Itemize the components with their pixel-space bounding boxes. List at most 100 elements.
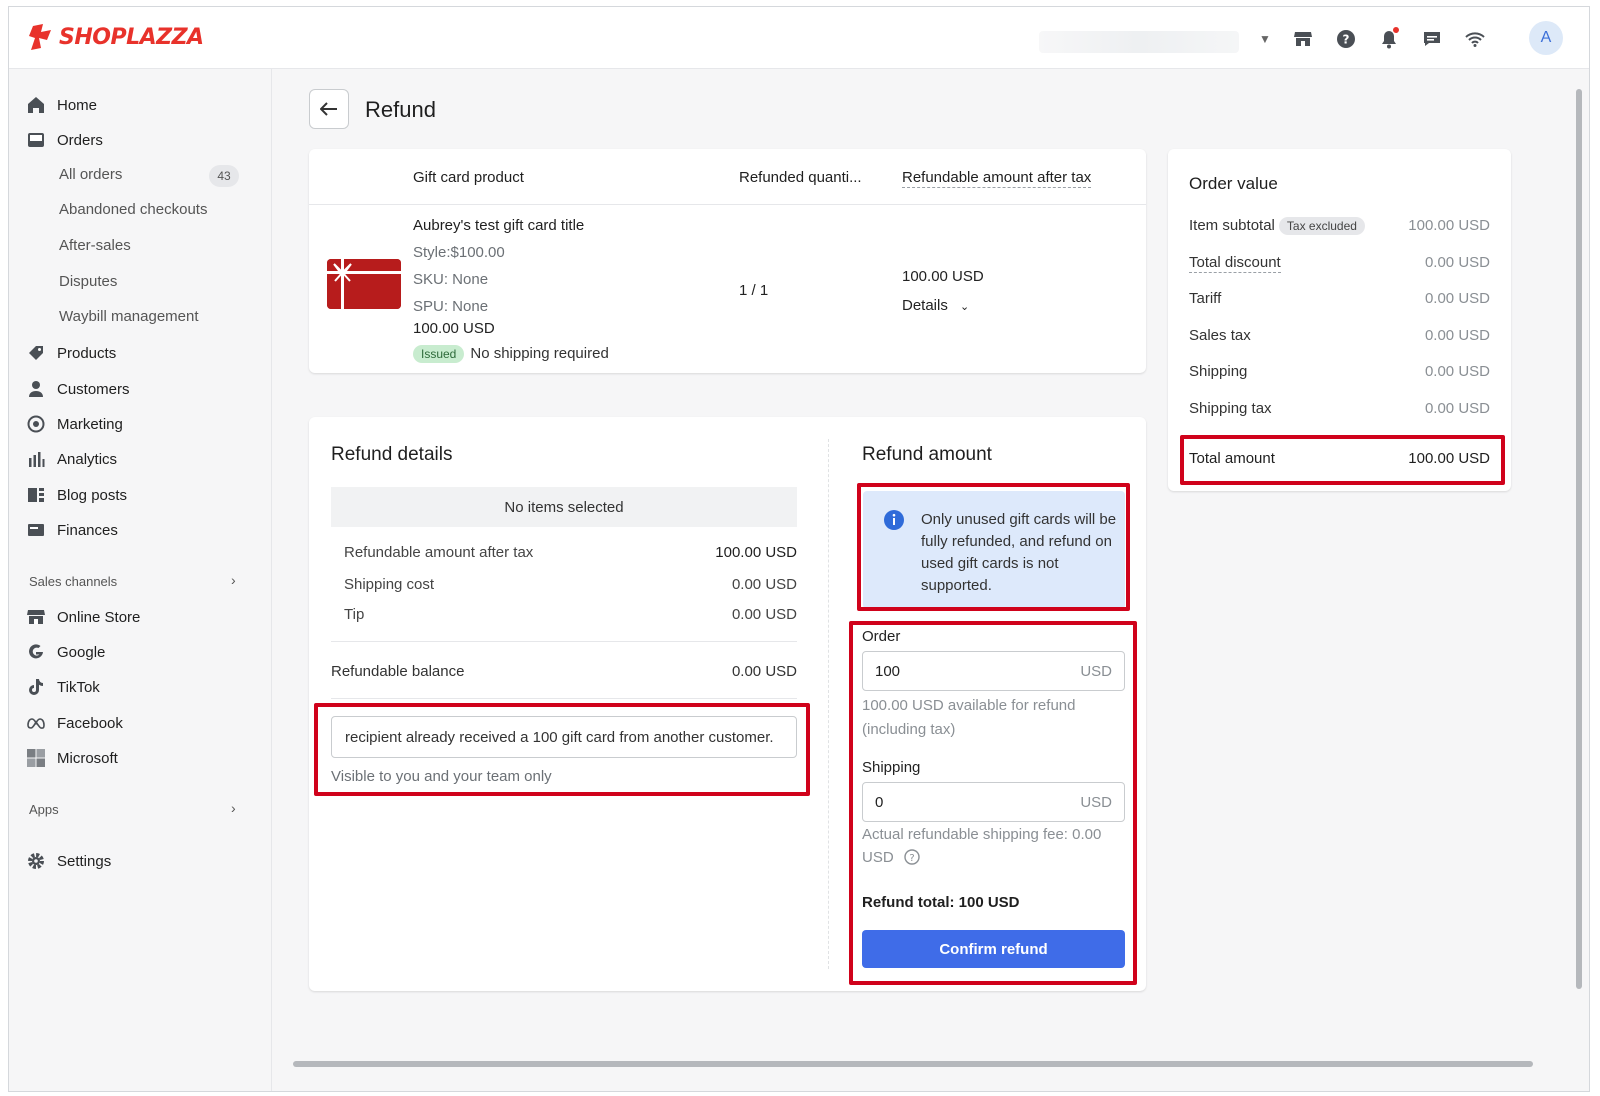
svg-text:?: ? <box>909 853 914 864</box>
horizontal-scrollbar[interactable] <box>279 1058 1579 1070</box>
sidebar-item-orders[interactable]: Orders <box>27 129 103 151</box>
order-label: Order <box>862 628 901 645</box>
sidebar-item-facebook[interactable]: Facebook <box>27 712 123 734</box>
sidebar-item-online-store[interactable]: Online Store <box>27 606 140 628</box>
store-icon[interactable] <box>1291 27 1315 51</box>
shipping-help-currency: USD <box>862 849 894 866</box>
sidebar-item-analytics[interactable]: Analytics <box>27 448 117 470</box>
order-currency-suffix: USD <box>1080 663 1112 680</box>
shoplazza-logo[interactable]: SHOPLAZZA <box>29 24 204 50</box>
notification-dot <box>1393 27 1399 33</box>
order-value-card: Order value Item subtotal Tax excluded 10… <box>1168 149 1511 491</box>
no-items-banner: No items selected <box>331 487 797 527</box>
sales-channels-chevron-icon[interactable]: › <box>231 572 236 588</box>
balance-divider <box>331 698 797 699</box>
horizontal-scrollbar-thumb[interactable] <box>293 1061 1533 1067</box>
back-button[interactable] <box>309 89 349 129</box>
refund-card: Refund details No items selected Refunda… <box>309 417 1146 991</box>
avatar[interactable]: A <box>1529 21 1563 55</box>
refundable-balance-label: Refundable balance <box>331 663 465 680</box>
sidebar-item-customers[interactable]: Customers <box>27 378 130 400</box>
item-subtotal-label: Item subtotal Tax excluded <box>1189 217 1365 235</box>
page-title: Refund <box>365 97 436 122</box>
sidebar-item-waybill-management[interactable]: Waybill management <box>59 308 199 328</box>
wifi-icon[interactable] <box>1463 27 1487 51</box>
refund-note-help: Visible to you and your team only <box>331 768 552 785</box>
item-subtotal-value: 100.00 USD <box>1408 217 1490 234</box>
sidebar-item-microsoft[interactable]: Microsoft <box>27 747 118 769</box>
refundable-after-tax-value: 100.00 USD <box>715 544 797 561</box>
sidebar-item-settings[interactable]: Settings <box>27 850 111 872</box>
apps-label: Apps <box>29 802 59 817</box>
sidebar-item-blog-posts[interactable]: Blog posts <box>27 484 127 506</box>
total-discount-value: 0.00 USD <box>1424 254 1490 271</box>
sidebar-item-label: Settings <box>57 852 112 870</box>
sidebar-item-disputes[interactable]: Disputes <box>59 273 117 293</box>
sidebar-item-google[interactable]: Google <box>27 641 105 663</box>
orders-icon <box>27 131 45 149</box>
logo-text: SHOPLAZZA <box>59 24 204 50</box>
home-icon <box>27 96 45 114</box>
shipping-refund-input[interactable]: 0 USD <box>862 782 1125 822</box>
store-switcher[interactable] <box>1039 31 1239 53</box>
sidebar-item-label: Home <box>57 96 98 114</box>
vertical-scrollbar-thumb[interactable] <box>1576 89 1582 989</box>
refund-amount-title: Refund amount <box>862 444 992 465</box>
sidebar-item-finances[interactable]: Finances <box>27 519 118 541</box>
sidebar-item-after-sales[interactable]: After-sales <box>59 237 131 257</box>
sidebar-item-label: TikTok <box>57 678 100 696</box>
shipping-cost-label: Shipping cost <box>344 576 435 593</box>
shipping-refund-value: 0 <box>875 794 884 811</box>
orders-count-badge: 43 <box>209 165 239 187</box>
column-header-product: Gift card product <box>413 169 524 186</box>
product-sku: SKU: None <box>413 271 489 288</box>
product-title[interactable]: Aubrey's test gift card title <box>413 217 584 234</box>
tax-excluded-badge: Tax excluded <box>1278 217 1365 235</box>
refundable-balance-value: 0.00 USD <box>731 663 797 680</box>
sidebar-item-label: Blog posts <box>57 486 128 504</box>
confirm-refund-button[interactable]: Confirm refund <box>862 930 1125 968</box>
help-circle-icon[interactable]: ? <box>904 849 920 865</box>
store-dropdown-icon[interactable]: ▼ <box>1259 32 1271 46</box>
sidebar-item-products[interactable]: Products <box>27 342 116 364</box>
app-window: SHOPLAZZA ▼ ? A Home Orders All orders 4… <box>8 6 1590 1092</box>
logo-mark-icon <box>29 24 51 50</box>
sidebar-item-label: Facebook <box>57 714 123 732</box>
target-icon <box>27 415 45 433</box>
info-icon <box>884 510 904 530</box>
help-icon[interactable]: ? <box>1334 27 1358 51</box>
gear-icon <box>27 852 45 870</box>
sidebar-item-label: Finances <box>57 521 118 539</box>
order-refund-input[interactable]: 100 USD <box>862 651 1125 691</box>
refund-total: Refund total: 100 USD <box>862 894 1020 911</box>
sidebar-item-abandoned-checkouts[interactable]: Abandoned checkouts <box>59 201 207 221</box>
vertical-scrollbar[interactable] <box>1575 77 1583 1077</box>
column-header-amount[interactable]: Refundable amount after tax <box>902 169 1092 188</box>
item-subtotal-text: Item subtotal <box>1189 217 1275 234</box>
sidebar-item-label: Microsoft <box>57 749 118 767</box>
details-toggle[interactable]: Details ⌄ <box>902 297 969 314</box>
sidebar-item-label: Products <box>57 344 117 362</box>
sidebar-item-home[interactable]: Home <box>27 94 97 116</box>
microsoft-icon <box>27 749 45 767</box>
sidebar-item-marketing[interactable]: Marketing <box>27 413 123 435</box>
chevron-down-icon: ⌄ <box>960 301 970 313</box>
order-refund-value: 100 <box>875 663 901 680</box>
svg-text:?: ? <box>1343 33 1350 47</box>
shipping-label: Shipping <box>1189 363 1248 380</box>
apps-chevron-icon[interactable]: › <box>231 800 236 816</box>
refund-note-input[interactable]: recipient already received a 100 gift ca… <box>331 716 797 758</box>
sidebar-item-tiktok[interactable]: TikTok <box>27 676 100 698</box>
tip-label: Tip <box>344 606 365 623</box>
sidebar-item-label: Online Store <box>57 608 141 626</box>
bell-icon[interactable] <box>1377 27 1401 51</box>
google-icon <box>27 643 45 661</box>
total-discount-label[interactable]: Total discount <box>1189 254 1281 273</box>
tariff-value: 0.00 USD <box>1424 290 1490 307</box>
tag-icon <box>27 344 45 362</box>
sidebar-item-all-orders[interactable]: All orders <box>59 166 122 186</box>
shipping-help-line1: Actual refundable shipping fee: 0.00 <box>862 826 1102 843</box>
chat-icon[interactable] <box>1420 27 1444 51</box>
finance-icon <box>27 521 45 539</box>
arrow-left-icon <box>320 102 337 116</box>
